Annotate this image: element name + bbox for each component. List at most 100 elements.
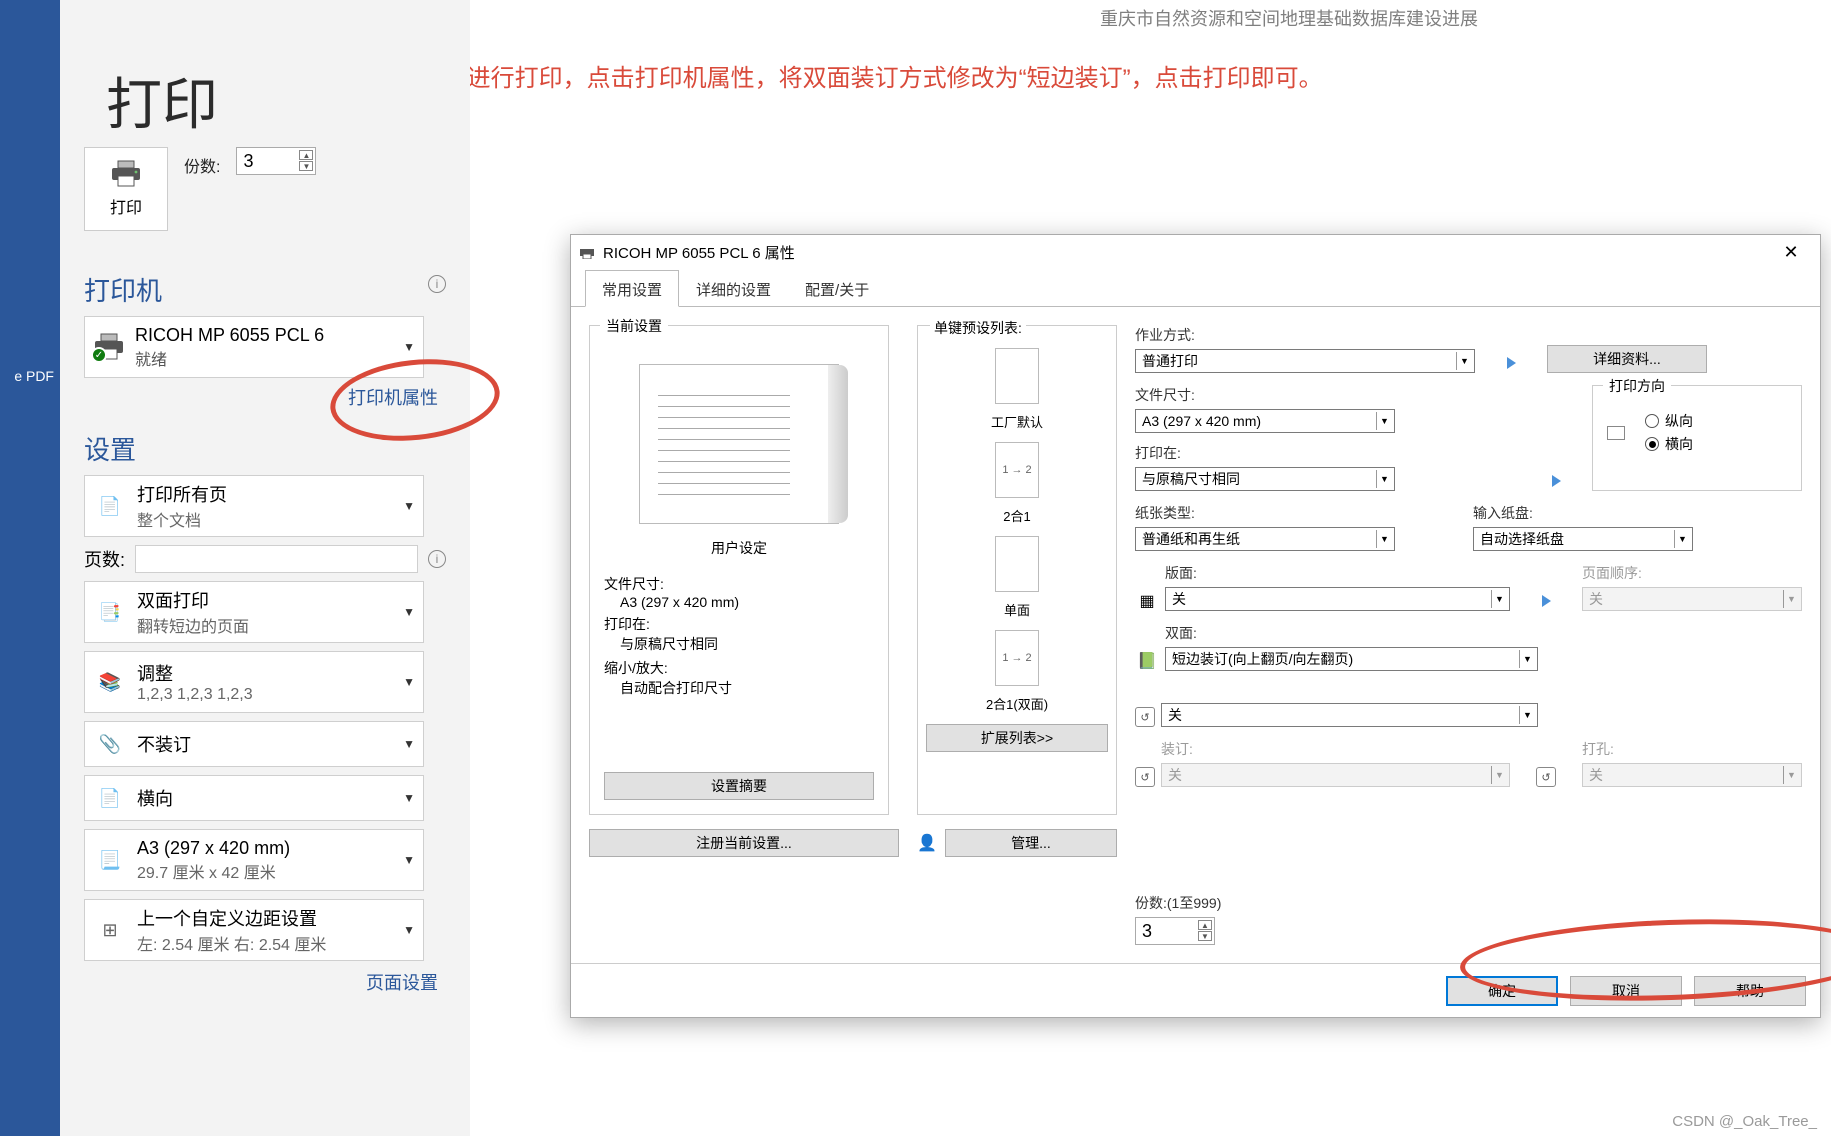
booklet-select[interactable]: 关▼: [1161, 703, 1538, 727]
preset-2in1[interactable]: 1 → 22合1: [926, 436, 1108, 530]
print-on-label: 打印在:: [1135, 443, 1395, 463]
print-button[interactable]: 打印: [84, 147, 168, 231]
reset-icon[interactable]: ↺: [1135, 707, 1155, 727]
ok-button[interactable]: 确定: [1446, 976, 1558, 1006]
printer-icon: [110, 160, 142, 188]
dlg-copies-label: 份数:(1至999): [1135, 893, 1802, 913]
chevron-down-icon: ▼: [1456, 352, 1472, 370]
ready-check-icon: ✓: [91, 347, 107, 363]
cancel-button[interactable]: 取消: [1570, 976, 1682, 1006]
chevron-down-icon: ▼: [403, 675, 415, 689]
duplex-select[interactable]: 短边装订(向上翻页/向左翻页)▼: [1165, 647, 1538, 671]
dialog-titlebar[interactable]: RICOH MP 6055 PCL 6 属性 ✕: [571, 235, 1820, 269]
page-setup-link[interactable]: 页面设置: [84, 969, 446, 995]
spin-up-icon[interactable]: ▲: [299, 150, 313, 160]
register-settings-button[interactable]: 注册当前设置...: [589, 829, 899, 857]
collate-icon: 📚: [95, 669, 125, 695]
spin-down-icon[interactable]: ▼: [299, 161, 313, 171]
opt-paper-size[interactable]: 📃 A3 (297 x 420 mm)29.7 厘米 x 42 厘米 ▼: [84, 829, 424, 891]
chevron-down-icon: ▼: [403, 923, 415, 937]
opt-orientation[interactable]: 📄 横向 ▼: [84, 775, 424, 821]
spin-up-icon[interactable]: ▲: [1198, 920, 1212, 930]
preset-2in1-duplex[interactable]: 1 → 22合1(双面): [926, 624, 1108, 718]
tab-detailed[interactable]: 详细的设置: [679, 270, 788, 307]
orientation-portrait-radio[interactable]: 纵向: [1645, 411, 1693, 431]
tab-common[interactable]: 常用设置: [585, 270, 679, 307]
page-title: 打印: [106, 60, 446, 141]
tab-config[interactable]: 配置/关于: [788, 270, 886, 307]
printer-icon: [579, 245, 595, 259]
dlg-copies-spinner[interactable]: 3 ▲▼: [1135, 917, 1215, 945]
staple-icon: 📎: [95, 731, 125, 757]
opt-collate[interactable]: 📚 调整1,2,3 1,2,3 1,2,3 ▼: [84, 651, 424, 713]
printer-selector[interactable]: ✓ RICOH MP 6055 PCL 6 就绪 ▼: [84, 316, 424, 378]
play-icon[interactable]: [1552, 475, 1561, 487]
layout-select[interactable]: 关▼: [1165, 587, 1510, 611]
copies-spinner[interactable]: 3 ▲▼: [236, 147, 316, 175]
page-order-select: 关▼: [1582, 587, 1802, 611]
chevron-down-icon: ▼: [1376, 530, 1392, 548]
opt-staple[interactable]: 📎 不装订 ▼: [84, 721, 424, 767]
dialog-footer: 确定 取消 帮助: [571, 963, 1820, 1017]
print-panel: 打印 打印 份数: 3 ▲▼ 打印机i ✓ RICOH MP 6055 PCL …: [60, 0, 470, 1136]
expand-list-button[interactable]: 扩展列表>>: [926, 724, 1108, 752]
pages-input[interactable]: [135, 545, 418, 573]
play-icon[interactable]: [1507, 357, 1516, 369]
opt-margins[interactable]: ⊞ 上一个自定义边距设置左: 2.54 厘米 右: 2.54 厘米 ▼: [84, 899, 424, 961]
detail-button[interactable]: 详细资料...: [1547, 345, 1707, 373]
chevron-down-icon: ▼: [1491, 766, 1507, 784]
chevron-down-icon: ▼: [403, 737, 415, 751]
orientation-group: 打印方向 纵向 横向: [1592, 385, 1802, 491]
chevron-down-icon: ▼: [1519, 706, 1535, 724]
chevron-down-icon: ▼: [403, 499, 415, 513]
chevron-down-icon: ▼: [403, 605, 415, 619]
reset-icon[interactable]: ↺: [1135, 767, 1155, 787]
play-icon[interactable]: [1542, 595, 1551, 607]
settings-summary-button[interactable]: 设置摘要: [604, 772, 874, 800]
preset-single[interactable]: 单面: [926, 530, 1108, 624]
page-order-label: 页面顺序:: [1582, 563, 1802, 583]
chevron-down-icon: ▼: [403, 340, 415, 354]
input-tray-label: 输入纸盘:: [1473, 503, 1693, 523]
opt-duplex[interactable]: 📑 双面打印翻转短边的页面 ▼: [84, 581, 424, 643]
info-icon[interactable]: i: [428, 275, 446, 293]
orientation-icon: 📄: [95, 785, 125, 811]
info-icon[interactable]: i: [428, 550, 446, 568]
help-button[interactable]: 帮助: [1694, 976, 1806, 1006]
chevron-down-icon: ▼: [1519, 650, 1535, 668]
staple-select: 关▼: [1161, 763, 1510, 787]
manage-button[interactable]: 管理...: [945, 829, 1117, 857]
reset-icon[interactable]: ↺: [1536, 767, 1556, 787]
paper-type-label: 纸张类型:: [1135, 503, 1395, 523]
job-type-select[interactable]: 普通打印▼: [1135, 349, 1475, 373]
punch-select: 关▼: [1582, 763, 1802, 787]
margins-icon: ⊞: [95, 917, 125, 943]
settings-column: 作业方式: 普通打印▼ 详细资料... 文件尺寸: A3 (297 x 420 …: [1135, 325, 1802, 945]
printer-name: RICOH MP 6055 PCL 6: [135, 325, 324, 346]
orientation-landscape-radio[interactable]: 横向: [1645, 434, 1693, 454]
doc-title: 重庆市自然资源和空间地理基础数据库建设进展: [1100, 5, 1478, 31]
job-type-label: 作业方式:: [1135, 325, 1475, 345]
watermark: CSDN @_Oak_Tree_: [1672, 1113, 1817, 1130]
printer-properties-link[interactable]: 打印机属性: [84, 384, 446, 410]
layout-label: 版面:: [1165, 563, 1510, 583]
current-settings-group: 当前设置 用户设定 文件尺寸:A3 (297 x 420 mm) 打印在:与原稿…: [589, 325, 889, 815]
user-icon: 👤: [917, 833, 937, 853]
preset-factory[interactable]: 工厂默认: [926, 342, 1108, 436]
close-button[interactable]: ✕: [1768, 236, 1814, 268]
printer-status-text: 就绪: [135, 346, 324, 370]
input-tray-select[interactable]: 自动选择纸盘▼: [1473, 527, 1693, 551]
doc-size-select[interactable]: A3 (297 x 420 mm)▼: [1135, 409, 1395, 433]
duplex-icon: 📑: [95, 599, 125, 625]
group-caption: 当前设置: [600, 316, 668, 336]
chevron-down-icon: ▼: [1491, 590, 1507, 608]
print-on-select[interactable]: 与原稿尺寸相同▼: [1135, 467, 1395, 491]
presets-group: 单键预设列表: 工厂默认 1 → 22合1 单面 1 → 22合1(双面) 扩展…: [917, 325, 1117, 815]
print-button-label: 打印: [110, 194, 142, 218]
spin-down-icon[interactable]: ▼: [1198, 931, 1212, 941]
chevron-down-icon: ▼: [1783, 766, 1799, 784]
opt-print-all[interactable]: 📄 打印所有页整个文档 ▼: [84, 475, 424, 537]
copies-label: 份数:: [184, 153, 220, 177]
paper-type-select[interactable]: 普通纸和再生纸▼: [1135, 527, 1395, 551]
close-icon: ✕: [1783, 242, 1798, 263]
